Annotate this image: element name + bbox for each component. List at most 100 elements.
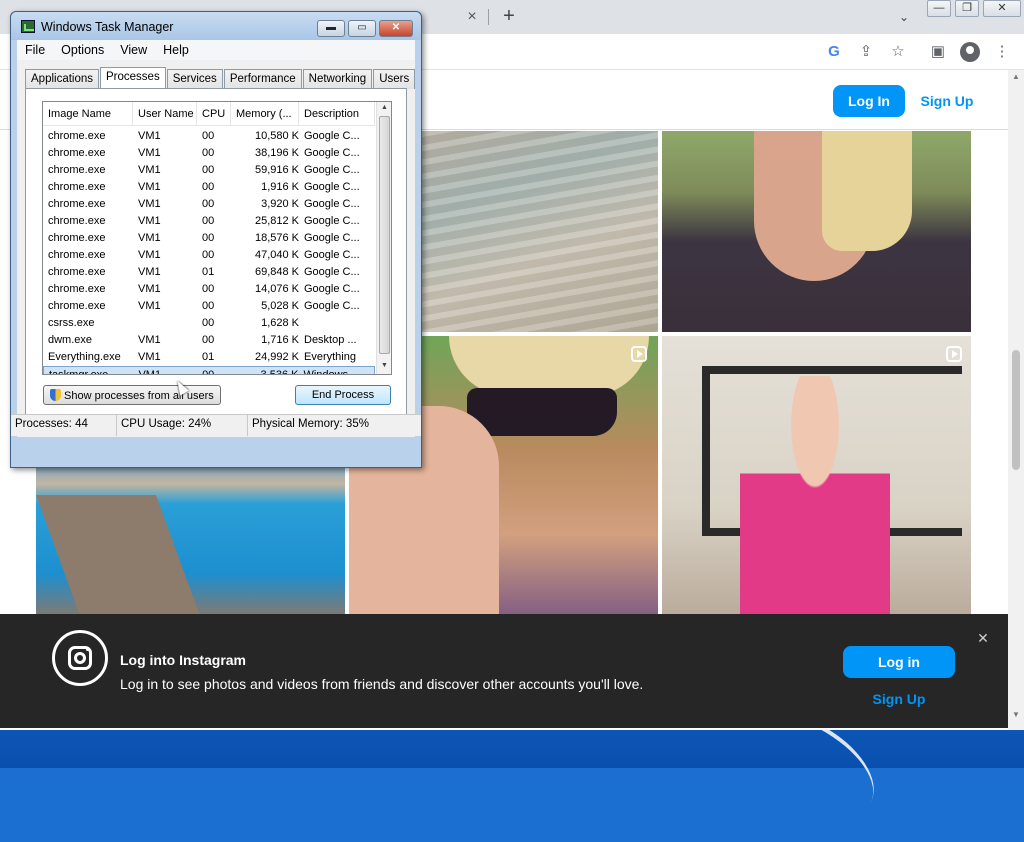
process-cpu: 00 xyxy=(202,130,215,142)
tab-performance[interactable]: Performance xyxy=(223,69,302,89)
process-row[interactable]: chrome.exe VM1 00 3,920 K Google C... xyxy=(43,196,375,213)
post-thumbnail-pool[interactable] xyxy=(36,465,345,620)
process-row[interactable]: chrome.exe VM1 00 1,916 K Google C... xyxy=(43,179,375,196)
menu-file[interactable]: File xyxy=(17,40,53,60)
tm-statusbar: Processes: 44 CPU Usage: 24% Physical Me… xyxy=(11,414,421,436)
window-minimize-button[interactable]: — xyxy=(927,0,951,17)
end-process-button[interactable]: End Process xyxy=(295,385,391,405)
process-memory: 1,916 K xyxy=(261,181,299,193)
header-login-button[interactable]: Log In xyxy=(833,85,905,117)
scrollbar-thumb[interactable] xyxy=(1012,350,1020,470)
tab-processes[interactable]: Processes xyxy=(100,67,166,89)
column-description[interactable]: Description xyxy=(299,102,375,125)
process-list-scroll-thumb[interactable] xyxy=(379,116,390,354)
post-thumbnail-girl-pink[interactable] xyxy=(662,336,971,620)
task-manager-body: File Options View Help Applications Proc… xyxy=(17,40,416,437)
page-scrollbar[interactable]: ▲ ▼ xyxy=(1008,70,1024,730)
tab-search-chevron-icon[interactable]: ⌄ xyxy=(893,6,915,28)
tm-tabs: Applications Processes Services Performa… xyxy=(25,67,416,89)
tm-maximize-button[interactable]: ▭ xyxy=(348,20,376,37)
process-memory: 47,040 K xyxy=(254,249,299,261)
process-row[interactable]: chrome.exe VM1 00 18,576 K Google C... xyxy=(43,230,375,247)
process-user-name: VM1 xyxy=(138,369,162,375)
process-image-name: chrome.exe xyxy=(48,266,106,278)
process-description xyxy=(299,315,375,332)
scroll-up-arrow-icon[interactable]: ▲ xyxy=(377,104,391,111)
process-image-name: chrome.exe xyxy=(48,198,106,210)
post-thumbnail-water[interactable] xyxy=(422,131,658,332)
column-memory[interactable]: Memory (... xyxy=(231,102,299,125)
tab-close-icon[interactable]: × xyxy=(462,7,482,27)
tab-networking[interactable]: Networking xyxy=(302,69,373,89)
process-user-name: VM1 xyxy=(138,300,161,312)
google-lens-icon[interactable]: G xyxy=(824,42,844,62)
column-cpu[interactable]: CPU xyxy=(197,102,231,125)
scroll-up-arrow-icon[interactable]: ▲ xyxy=(1008,72,1024,81)
menu-view[interactable]: View xyxy=(112,40,155,60)
side-panel-icon[interactable]: ▣ xyxy=(928,42,948,62)
process-description: Everything xyxy=(304,351,356,363)
process-cpu: 00 xyxy=(202,317,215,329)
bookmark-star-icon[interactable]: ☆ xyxy=(888,42,908,62)
task-manager-title: Windows Task Manager xyxy=(41,20,174,34)
menu-options[interactable]: Options xyxy=(53,40,112,60)
browser-menu-icon[interactable]: ⋮ xyxy=(992,42,1012,62)
scroll-down-arrow-icon[interactable]: ▼ xyxy=(377,362,391,369)
process-image-name: chrome.exe xyxy=(48,215,106,227)
process-description: Google C... xyxy=(304,164,360,176)
process-description: Google C... xyxy=(304,147,360,159)
process-row[interactable]: chrome.exe VM1 00 25,812 K Google C... xyxy=(43,213,375,230)
process-image-name: dwm.exe xyxy=(48,334,93,346)
process-row[interactable]: chrome.exe VM1 00 10,580 K Google C... xyxy=(43,128,375,145)
process-description: Google C... xyxy=(304,181,360,193)
photo-girl-shape xyxy=(740,376,890,620)
profile-avatar-icon[interactable] xyxy=(960,42,980,62)
task-manager-titlebar[interactable]: Windows Task Manager ▬ ▭ ✕ xyxy=(11,12,421,40)
process-memory: 38,196 K xyxy=(254,147,299,159)
column-user-name[interactable]: User Name xyxy=(133,102,197,125)
post-thumbnail-selfie[interactable] xyxy=(662,131,971,332)
process-memory: 3,920 K xyxy=(261,198,299,210)
tm-close-button[interactable]: ✕ xyxy=(379,20,413,37)
process-row[interactable]: taskmgr.exe VM1 00 3,536 K Windows ... xyxy=(43,366,375,375)
process-image-name: chrome.exe xyxy=(48,300,106,312)
header-signup-link[interactable]: Sign Up xyxy=(918,85,976,117)
window-close-button[interactable]: ✕ xyxy=(983,0,1021,17)
process-cpu: 00 xyxy=(202,283,215,295)
process-row[interactable]: chrome.exe VM1 00 47,040 K Google C... xyxy=(43,247,375,264)
banner-close-icon[interactable]: ✕ xyxy=(975,630,991,646)
menu-help[interactable]: Help xyxy=(155,40,197,60)
process-memory: 3,536 K xyxy=(260,369,299,375)
process-user-name: VM1 xyxy=(138,147,161,159)
process-memory: 14,076 K xyxy=(254,283,299,295)
share-icon[interactable]: ⇪ xyxy=(856,42,876,62)
process-row[interactable]: chrome.exe VM1 00 38,196 K Google C... xyxy=(43,145,375,162)
scroll-down-arrow-icon[interactable]: ▼ xyxy=(1008,710,1024,719)
tab-applications[interactable]: Applications xyxy=(25,69,100,89)
status-processes: Processes: 44 xyxy=(11,415,117,436)
process-memory: 1,628 K xyxy=(261,317,299,329)
process-row[interactable]: Everything.exe VM1 01 24,992 K Everything xyxy=(43,349,375,366)
process-row[interactable]: dwm.exe VM1 00 1,716 K Desktop ... xyxy=(43,332,375,349)
process-description: Google C... xyxy=(304,232,360,244)
process-rows: chrome.exe VM1 00 10,580 K Google C... chrome… xyxy=(43,128,375,375)
process-cpu: 00 xyxy=(202,181,215,193)
process-list-scrollbar[interactable]: ▲ ▼ xyxy=(376,102,391,374)
process-row[interactable]: chrome.exe VM1 01 69,848 K Google C... xyxy=(43,264,375,281)
column-image-name[interactable]: Image Name xyxy=(43,102,133,125)
window-restore-button[interactable]: ❐ xyxy=(955,0,979,17)
tab-services[interactable]: Services xyxy=(166,69,223,89)
process-row[interactable]: csrss.exe 00 1,628 K xyxy=(43,315,375,332)
process-list-header: Image Name User Name CPU Memory (... Des… xyxy=(43,102,375,126)
process-row[interactable]: chrome.exe VM1 00 14,076 K Google C... xyxy=(43,281,375,298)
tm-minimize-button[interactable]: ▬ xyxy=(317,20,345,37)
banner-signup-link[interactable]: Sign Up xyxy=(843,688,955,710)
tab-users[interactable]: Users xyxy=(373,69,416,89)
process-description: Google C... xyxy=(304,215,360,227)
process-row[interactable]: chrome.exe VM1 00 59,916 K Google C... xyxy=(43,162,375,179)
window-controls: — ❐ ✕ xyxy=(927,0,1024,18)
new-tab-button[interactable]: + xyxy=(498,5,520,27)
show-all-processes-button[interactable]: Show processes from all users xyxy=(43,385,221,405)
banner-login-button[interactable]: Log in xyxy=(843,646,955,678)
process-row[interactable]: chrome.exe VM1 00 5,028 K Google C... xyxy=(43,298,375,315)
